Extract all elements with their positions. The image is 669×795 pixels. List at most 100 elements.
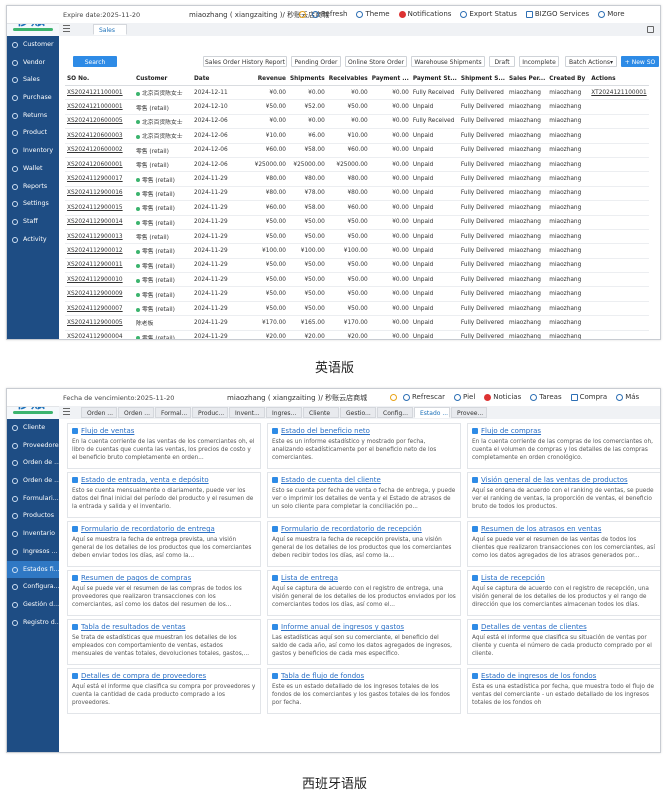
table-row[interactable]: XS2024112900004 零售 (retail) 2024-11-29 ¥20.…: [65, 330, 649, 339]
report-card[interactable]: Visión general de las ventas de producto…: [467, 472, 660, 518]
sidebar-item-activity[interactable]: Activity: [7, 231, 59, 249]
tab-produc[interactable]: Produc...: [192, 407, 228, 418]
tab-gestio[interactable]: Gestio...: [340, 407, 376, 418]
so-number-link[interactable]: XS2024120600005: [65, 114, 134, 130]
so-number-link[interactable]: XS2024112900017: [65, 171, 134, 187]
so-number-link[interactable]: XS2024112900005: [65, 315, 134, 331]
report-title-link[interactable]: Flujo de ventas: [72, 427, 256, 435]
actions-link[interactable]: [589, 157, 649, 173]
table-row[interactable]: XS2024112900014 零售 (retail) 2024-11-29 ¥50.…: [65, 215, 649, 230]
actions-link[interactable]: [589, 99, 649, 115]
column-header[interactable]: Created By: [547, 73, 590, 86]
tab-sales[interactable]: Sales: [93, 24, 127, 35]
actions-link[interactable]: [589, 171, 649, 187]
report-title[interactable]: Detalles de compra de proveedores: [81, 672, 206, 680]
table-row[interactable]: XS2024112900010 零售 (retail) 2024-11-29 ¥50.…: [65, 272, 649, 288]
column-header[interactable]: Revenue: [244, 73, 288, 86]
so-number-link[interactable]: XS2024120600003: [65, 128, 134, 144]
sidebar-item-registro[interactable]: Registro d...: [7, 614, 59, 632]
so-number-link[interactable]: XS2024112900011: [65, 258, 134, 274]
tab-config[interactable]: Config...: [377, 407, 413, 418]
column-header[interactable]: Date: [192, 73, 244, 86]
so-number-link[interactable]: XS2024121000001: [65, 99, 134, 115]
sidebar-item-staff[interactable]: Staff: [7, 213, 59, 231]
report-title[interactable]: Estado de ingresos de los fondos: [481, 672, 596, 680]
report-card[interactable]: Formulario de recordatorio de entrega Aqu…: [67, 521, 261, 567]
report-title[interactable]: Lista de recepción: [481, 574, 545, 582]
refresh-button[interactable]: Refresh: [312, 10, 347, 18]
actions-link[interactable]: XT2024121100001: [589, 85, 649, 101]
report-title-link[interactable]: Resumen de los atrasos en ventas: [472, 525, 656, 533]
pending-order-button[interactable]: Pending Order: [291, 56, 341, 67]
switch-icon[interactable]: [299, 11, 306, 18]
table-row[interactable]: XS2024112900009 零售 (retail) 2024-11-29 ¥50.…: [65, 286, 649, 302]
sidebar-item-cliente[interactable]: Cliente: [7, 419, 59, 437]
menu-toggle-icon[interactable]: [63, 408, 70, 415]
table-row[interactable]: XS2024120600005 北京百货陈女士 2024-12-06 ¥0.00 ¥0.…: [65, 114, 649, 130]
sidebar-item-estados[interactable]: Estados fi...: [7, 560, 59, 579]
so-number-link[interactable]: XS2024112900010: [65, 272, 134, 288]
report-title[interactable]: Estado de entrada, venta e depósito: [81, 476, 209, 484]
report-card[interactable]: Flujo de compras En la cuenta corriente d…: [467, 423, 660, 469]
column-header[interactable]: Receivables: [326, 73, 370, 86]
search-button[interactable]: Search: [73, 56, 117, 67]
report-card[interactable]: Resumen de los atrasos en ventas Aquí se …: [467, 521, 660, 567]
actions-link[interactable]: [589, 243, 649, 259]
sidebar-item-proveedores[interactable]: Proveedores: [7, 437, 59, 455]
sidebar-item-configuracion[interactable]: Configura...: [7, 578, 59, 596]
column-header[interactable]: Sales Per...: [507, 73, 548, 86]
sidebar-item-productos[interactable]: Productos: [7, 507, 59, 525]
skin-button[interactable]: Piel: [454, 393, 475, 401]
report-card[interactable]: Formulario de recordatorio de recepción A…: [267, 521, 461, 567]
report-title[interactable]: Lista de entrega: [281, 574, 338, 582]
export-status-button[interactable]: Export Status: [460, 10, 517, 18]
more-button[interactable]: Más: [616, 393, 639, 401]
sidebar-item-orden-venta[interactable]: Orden de ...: [7, 454, 59, 472]
report-title[interactable]: Estado del beneficio neto: [281, 427, 370, 435]
actions-link[interactable]: [589, 128, 649, 144]
sidebar-item-customer[interactable]: Customer: [7, 36, 59, 54]
table-row[interactable]: XS2024120600002 零售 (retail) 2024-12-06 ¥60.…: [65, 143, 649, 158]
table-row[interactable]: XS2024112900011 零售 (retail) 2024-11-29 ¥50.…: [65, 258, 649, 274]
actions-link[interactable]: [589, 143, 649, 158]
report-card[interactable]: Estado de entrada, venta e depósito Esto …: [67, 472, 261, 518]
report-title-link[interactable]: Estado de entrada, venta e depósito: [72, 476, 256, 484]
history-report-button[interactable]: Sales Order History Report: [203, 56, 287, 67]
refresh-tab-icon[interactable]: [647, 26, 654, 33]
tab-estado[interactable]: Estado ...: [414, 407, 450, 418]
batch-actions-dropdown[interactable]: Batch Actions▾: [565, 56, 617, 67]
so-number-link[interactable]: XS2024112900015: [65, 200, 134, 216]
report-title[interactable]: Informe anual de ingresos y gastos: [281, 623, 404, 631]
so-number-link[interactable]: XS2024112900009: [65, 286, 134, 302]
actions-link[interactable]: [589, 272, 649, 288]
sidebar-item-settings[interactable]: Settings: [7, 195, 59, 213]
more-button[interactable]: More: [598, 10, 625, 18]
sidebar-item-inventory[interactable]: Inventory: [7, 142, 59, 160]
switch-icon[interactable]: [390, 394, 397, 401]
actions-link[interactable]: [589, 315, 649, 331]
tab-invent[interactable]: Invent...: [229, 407, 265, 418]
report-title-link[interactable]: Lista de recepción: [472, 574, 656, 582]
so-number-link[interactable]: XS2024112900013: [65, 229, 134, 245]
sidebar-item-formulario[interactable]: Formulari...: [7, 490, 59, 508]
report-title[interactable]: Tabla de resultados de ventas: [81, 623, 186, 631]
so-number-link[interactable]: XS2024112900014: [65, 215, 134, 230]
actions-link[interactable]: [589, 330, 649, 339]
tab-orden-1[interactable]: Orden ...: [81, 407, 117, 418]
sidebar-item-sales[interactable]: Sales: [7, 71, 59, 89]
table-row[interactable]: XS2024112900012 零售 (retail) 2024-11-29 ¥100…: [65, 243, 649, 259]
actions-link[interactable]: [589, 215, 649, 230]
report-title[interactable]: Detalles de ventas de clientes: [481, 623, 587, 631]
report-title[interactable]: Tabla de flujo de fondos: [281, 672, 364, 680]
tab-cliente[interactable]: Cliente: [303, 407, 339, 418]
sidebar-item-orden-compra[interactable]: Orden de ...: [7, 472, 59, 490]
report-title[interactable]: Estado de cuenta del cliente: [281, 476, 381, 484]
tab-orden-2[interactable]: Orden ...: [118, 407, 154, 418]
tasks-button[interactable]: Tareas: [530, 393, 562, 401]
actions-link[interactable]: [589, 114, 649, 130]
user-account[interactable]: miaozhang ( xiangzaiting )/ 秒账云店商城: [189, 10, 329, 20]
tab-provee[interactable]: Provee...: [451, 407, 487, 418]
column-header[interactable]: Shipments: [288, 73, 327, 86]
report-card[interactable]: Informe anual de ingresos y gastos Las es…: [267, 619, 461, 665]
report-title-link[interactable]: Informe anual de ingresos y gastos: [272, 623, 456, 631]
